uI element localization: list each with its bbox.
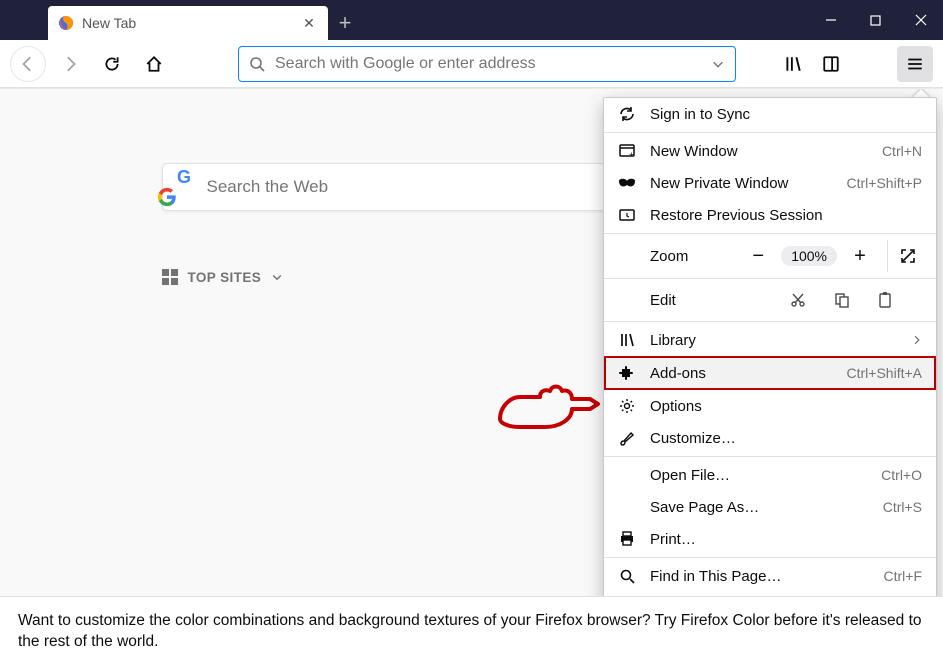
menu-edit-row: Edit [604, 281, 936, 319]
sidebar-button[interactable] [813, 46, 849, 82]
footer-snippet: Want to customize the color combinations… [0, 596, 943, 667]
menu-restore-session[interactable]: Restore Previous Session [604, 199, 936, 231]
home-button[interactable] [136, 46, 172, 82]
maximize-button[interactable] [853, 0, 898, 40]
chevron-right-icon [912, 335, 922, 345]
copy-button[interactable] [834, 292, 878, 308]
menu-print[interactable]: Print… [604, 523, 936, 555]
tab-new-tab[interactable]: New Tab ✕ [48, 6, 328, 40]
zoom-in-button[interactable]: + [849, 245, 871, 268]
zoom-level[interactable]: 100% [781, 246, 837, 266]
app-menu-button[interactable] [897, 46, 933, 82]
close-icon[interactable]: ✕ [300, 15, 318, 32]
restore-icon [618, 206, 636, 224]
paste-button[interactable] [878, 292, 922, 308]
zoom-out-button[interactable]: − [747, 245, 769, 268]
brush-icon [618, 429, 636, 447]
library-icon [618, 331, 636, 349]
menu-new-window[interactable]: + New Window Ctrl+N [604, 135, 936, 167]
menu-save-page-as[interactable]: Save Page As… Ctrl+S [604, 491, 936, 523]
new-tab-button[interactable]: + [328, 6, 362, 40]
url-bar[interactable] [238, 46, 736, 82]
puzzle-icon [618, 364, 636, 382]
forward-button[interactable] [52, 46, 88, 82]
content-area: G TOP SITES Sign in to Sync + New Window… [0, 88, 943, 667]
print-icon [618, 530, 636, 548]
search-icon [249, 56, 265, 72]
reload-button[interactable] [94, 46, 130, 82]
chevron-down-icon[interactable] [711, 57, 725, 71]
svg-text:+: + [629, 150, 634, 159]
svg-text:G: G [177, 167, 191, 187]
titlebar: New Tab ✕ + [0, 0, 943, 40]
grid-icon [162, 269, 178, 285]
menu-open-file[interactable]: Open File… Ctrl+O [604, 459, 936, 491]
menu-options[interactable]: Options [604, 390, 936, 422]
url-input[interactable] [275, 55, 701, 73]
tab-strip: New Tab ✕ + [48, 0, 362, 40]
app-menu: Sign in to Sync + New Window Ctrl+N New … [603, 97, 937, 625]
google-icon: G [177, 167, 197, 207]
close-window-button[interactable] [898, 0, 943, 40]
top-sites-label: TOP SITES [188, 270, 262, 285]
tab-title: New Tab [82, 15, 292, 31]
library-button[interactable] [775, 46, 811, 82]
window-icon: + [618, 142, 636, 160]
mask-icon [618, 174, 636, 192]
menu-zoom-row: Zoom − 100% + [604, 236, 936, 276]
fullscreen-button[interactable] [900, 248, 926, 264]
cut-button[interactable] [790, 292, 834, 308]
menu-customize[interactable]: Customize… [604, 422, 936, 454]
search-icon [618, 567, 636, 585]
menu-sign-in-sync[interactable]: Sign in to Sync [604, 98, 936, 130]
nav-toolbar [0, 40, 943, 88]
firefox-icon [58, 15, 74, 31]
window-controls [808, 0, 943, 40]
menu-library[interactable]: Library [604, 324, 936, 356]
sync-icon [618, 105, 636, 123]
gear-icon [618, 397, 636, 415]
back-button[interactable] [10, 46, 46, 82]
chevron-down-icon[interactable] [271, 271, 283, 283]
menu-addons[interactable]: Add-ons Ctrl+Shift+A [604, 356, 936, 390]
menu-find-in-page[interactable]: Find in This Page… Ctrl+F [604, 560, 936, 592]
minimize-button[interactable] [808, 0, 853, 40]
menu-new-private-window[interactable]: New Private Window Ctrl+Shift+P [604, 167, 936, 199]
pointing-hand-annotation [490, 379, 600, 439]
